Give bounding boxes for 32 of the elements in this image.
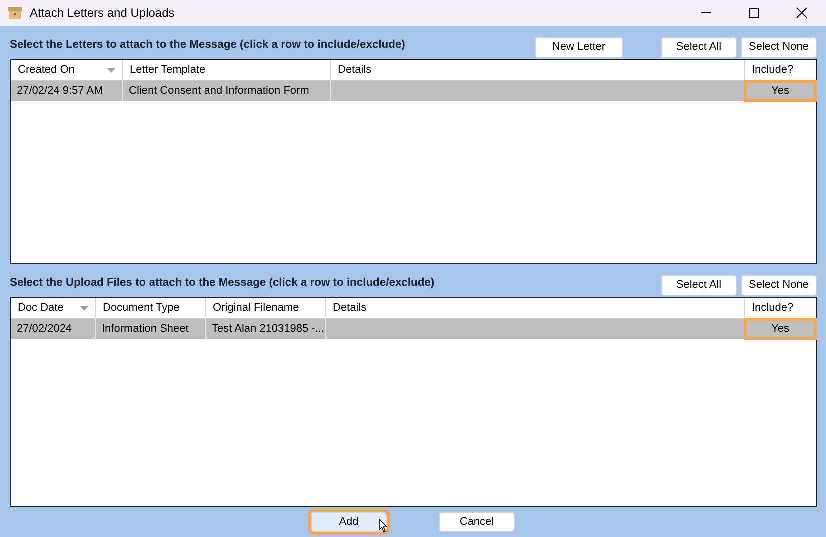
sort-arrow-icon[interactable] [107,68,116,73]
column-header[interactable]: Created On [18,64,75,76]
column-header[interactable]: Include? [752,302,794,314]
column-header[interactable]: Document Type [103,302,180,314]
maximize-icon[interactable] [748,7,760,19]
select-button[interactable]: Select None [741,275,817,296]
new-letter-button[interactable]: New Letter [535,37,623,58]
table-cell[interactable]: Yes [745,81,816,101]
table-cell[interactable]: Test Alan 21031985 -... [206,319,326,339]
column-header[interactable]: Doc Date [18,302,64,314]
app-icon [8,7,22,19]
section-title: Select the Upload Files to attach to the Message (click a row to include/exclude) [10,276,435,292]
column-header[interactable]: Details [338,64,372,76]
column-header[interactable]: Include? [752,64,794,76]
table-cell[interactable]: Information Sheet [96,319,206,339]
add-button[interactable]: Add [311,512,387,532]
sort-arrow-icon[interactable] [80,306,89,311]
select-button[interactable]: Select All [661,37,737,58]
section-title: Select the Letters to attach to the Message (click a row to include/exclude) [10,38,406,54]
close-icon[interactable] [796,7,808,19]
column-header[interactable]: Details [333,302,367,314]
table-cell[interactable]: Client Consent and Information Form [123,81,331,101]
table-cell[interactable]: 27/02/2024 [11,319,96,339]
cursor-icon [379,519,388,533]
table-cell[interactable]: 27/02/24 9:57 AM [11,81,123,101]
window-title: Attach Letters and Uploads [30,5,175,22]
select-button[interactable]: Select None [741,37,817,58]
cancel-button[interactable]: Cancel [439,512,515,532]
select-button[interactable]: Select All [661,275,737,296]
table-cell[interactable]: Yes [745,319,816,339]
column-header[interactable]: Original Filename [213,302,300,314]
column-header[interactable]: Letter Template [130,64,206,76]
